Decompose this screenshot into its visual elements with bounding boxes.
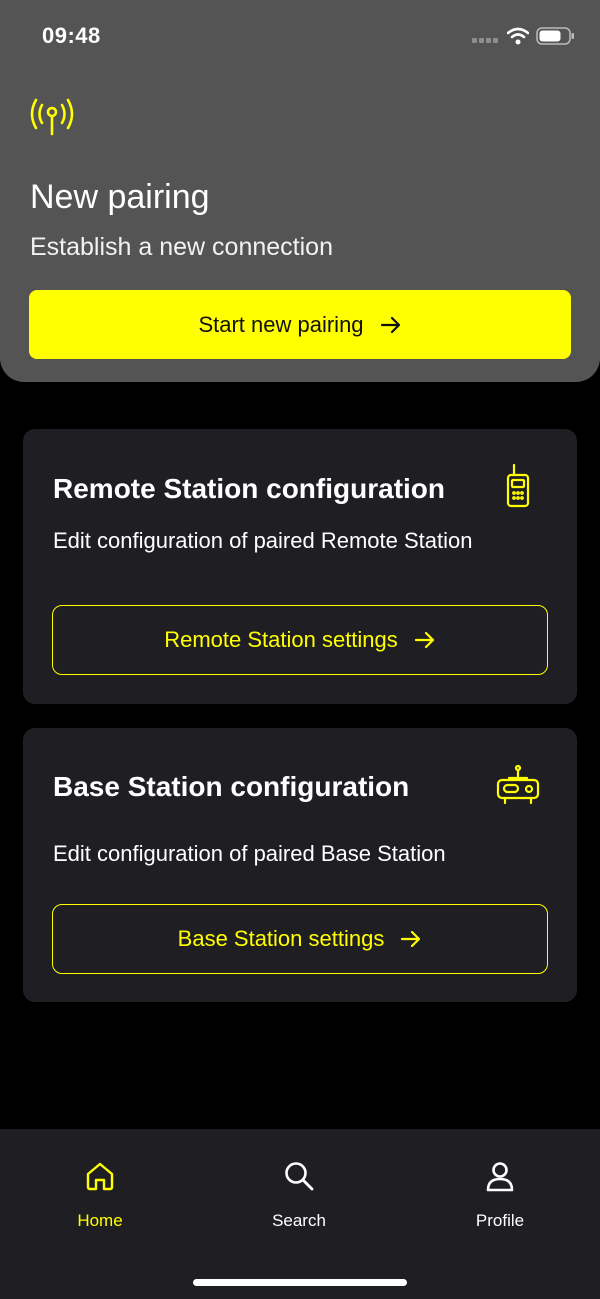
tab-profile[interactable]: Profile — [440, 1159, 560, 1239]
remote-station-settings-button[interactable]: Remote Station settings — [52, 605, 548, 675]
pairing-title: New pairing — [30, 178, 210, 216]
tab-profile-label: Profile — [475, 1211, 525, 1230]
start-new-pairing-button[interactable]: Start new pairing — [29, 290, 571, 359]
remote-station-card: Remote Station configuration Edit config… — [23, 429, 577, 704]
new-pairing-panel: 09:48 New pairing Establish a new connec… — [0, 0, 600, 382]
tab-home-label: Home — [77, 1211, 123, 1230]
bottom-tab-bar: Home Search Profile — [0, 1129, 600, 1299]
profile-icon — [486, 1162, 514, 1192]
arrow-right-icon — [414, 631, 434, 649]
battery-icon — [536, 27, 574, 45]
home-indicator — [193, 1279, 407, 1286]
base-station-settings-label: Base Station settings — [177, 926, 385, 951]
home-icon — [86, 1162, 114, 1191]
base-station-card: Base Station configuration Edit configur… — [23, 728, 577, 1002]
wifi-icon — [507, 27, 529, 45]
cellular-signal-icon — [472, 38, 502, 43]
remote-station-title: Remote Station configuration — [53, 473, 445, 504]
antenna-signal-icon — [30, 98, 74, 136]
remote-station-settings-label: Remote Station settings — [164, 627, 398, 652]
arrow-right-icon — [401, 930, 421, 948]
remote-station-description: Edit configuration of paired Remote Stat… — [53, 528, 473, 553]
tab-search[interactable]: Search — [239, 1159, 359, 1239]
tab-search-label: Search — [272, 1211, 326, 1230]
arrow-right-icon — [380, 316, 400, 333]
tab-home[interactable]: Home — [40, 1159, 160, 1239]
base-station-description: Edit configuration of paired Base Statio… — [53, 841, 446, 866]
status-bar: 09:48 — [0, 0, 600, 70]
start-new-pairing-label: Start new pairing — [198, 311, 364, 337]
base-station-title: Base Station configuration — [53, 771, 410, 802]
base-station-router-icon — [496, 764, 540, 805]
base-station-settings-button[interactable]: Base Station settings — [52, 904, 548, 974]
pairing-subtitle: Establish a new connection — [30, 233, 333, 261]
remote-radio-icon — [506, 463, 530, 508]
status-time: 09:48 — [42, 23, 101, 48]
search-icon — [285, 1162, 314, 1191]
